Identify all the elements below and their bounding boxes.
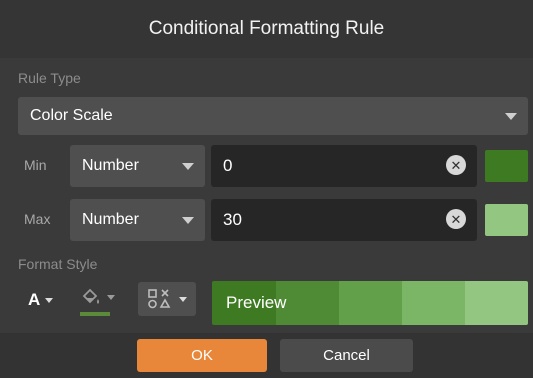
min-type-value: Number: [82, 157, 139, 174]
chevron-down-icon: [179, 296, 187, 302]
min-value-text: 0: [223, 156, 233, 175]
preview-segment: [339, 281, 402, 325]
chevron-down-icon: [505, 113, 517, 120]
rule-type-label: Rule Type: [18, 70, 81, 86]
preview-segment: [402, 281, 465, 325]
max-value-text: 30: [223, 210, 242, 229]
font-color-button[interactable]: A: [28, 290, 54, 310]
clear-icon[interactable]: ✕: [446, 155, 466, 175]
dialog-title: Conditional Formatting Rule: [0, 0, 533, 58]
max-type-value: Number: [82, 211, 139, 228]
chevron-down-icon: [182, 163, 194, 170]
clear-icon[interactable]: ✕: [446, 209, 466, 229]
min-value-input[interactable]: 0: [211, 145, 477, 187]
max-type-dropdown[interactable]: Number: [70, 199, 205, 241]
preview-label: Preview: [226, 293, 287, 312]
chevron-down-icon: [182, 217, 194, 224]
icon-set-button[interactable]: [138, 282, 196, 316]
fill-color-indicator: [80, 312, 110, 316]
min-label: Min: [24, 157, 47, 173]
ok-button[interactable]: OK: [137, 339, 267, 372]
chevron-down-icon: [107, 294, 115, 300]
chevron-down-icon: [45, 297, 54, 303]
max-color-swatch[interactable]: [485, 204, 528, 236]
fill-color-button[interactable]: [80, 287, 115, 316]
icon-set-icon: [148, 289, 171, 309]
paint-bucket-icon: [82, 288, 99, 304]
preview-segment: [465, 281, 528, 325]
format-style-label: Format Style: [18, 256, 98, 272]
rule-type-dropdown[interactable]: Color Scale: [18, 97, 528, 135]
rule-type-value: Color Scale: [30, 107, 113, 124]
max-label: Max: [24, 211, 51, 227]
cancel-button[interactable]: Cancel: [280, 339, 413, 372]
max-value-input[interactable]: 30: [211, 199, 477, 241]
min-color-swatch[interactable]: [485, 150, 528, 182]
font-color-icon: A: [28, 290, 41, 309]
min-type-dropdown[interactable]: Number: [70, 145, 205, 187]
